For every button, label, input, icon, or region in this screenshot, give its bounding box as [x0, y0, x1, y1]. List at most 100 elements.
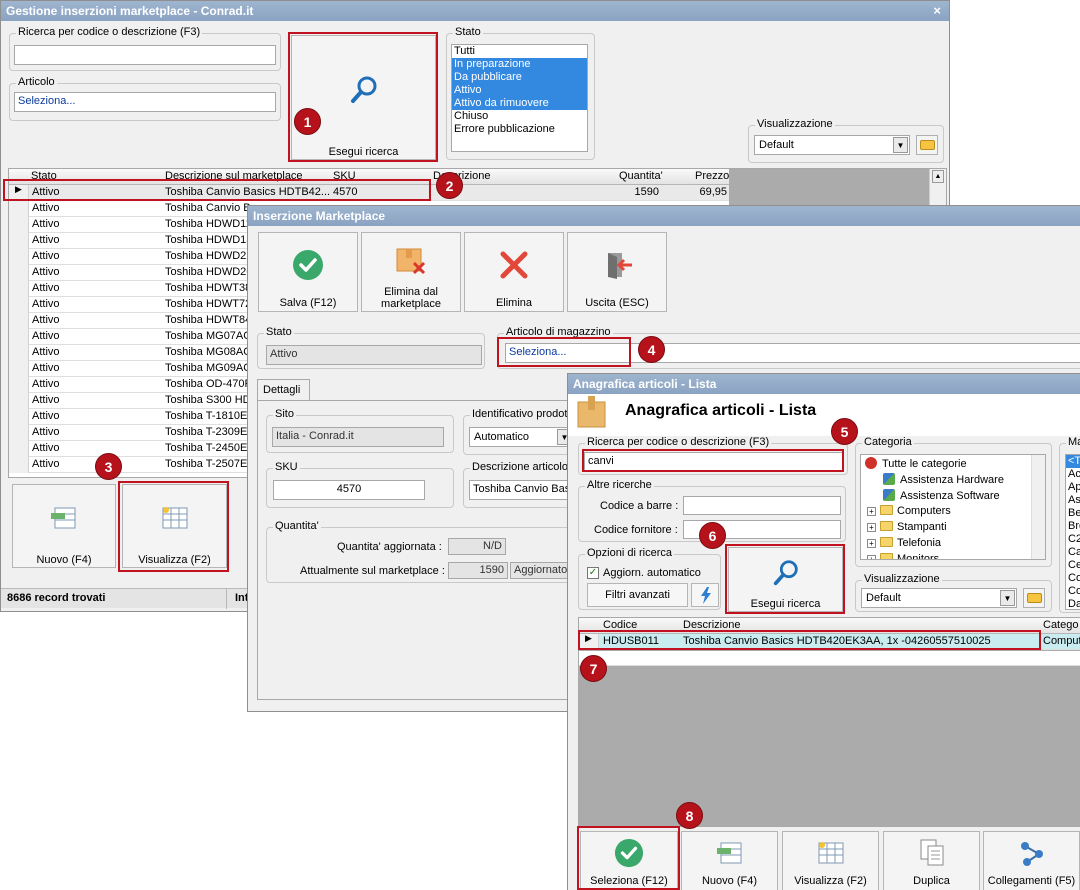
marca-option[interactable]: Da [1066, 598, 1080, 609]
cell-qty: 1590 [634, 186, 659, 198]
attualmente-field: 1590 [448, 562, 508, 579]
search-input[interactable] [14, 45, 276, 65]
marca-option[interactable]: Ac [1066, 468, 1080, 481]
tree-item-label: Stampanti [897, 521, 947, 533]
chevron-down-icon: ▼ [893, 137, 908, 153]
expand-icon[interactable]: + [867, 523, 876, 532]
cell-desc: Toshiba Canvio Basics HDTB42... [165, 186, 330, 198]
tree-item[interactable]: Assistenza Software [883, 489, 1000, 505]
nuovo-button[interactable]: Nuovo (F4) [12, 484, 116, 568]
marca-option[interactable]: Co [1066, 572, 1080, 585]
ana-folder-button[interactable] [1023, 588, 1045, 608]
tab-dettagli[interactable]: Dettagli [257, 379, 310, 401]
cell-stato: Attivo [32, 282, 60, 294]
visualizza-button[interactable]: Visualizza (F2) [122, 484, 227, 568]
tree-item-label: Tutte le categorie [882, 458, 967, 470]
scroll-up-icon[interactable]: ▲ [932, 170, 944, 183]
filtri-avanzati-button[interactable]: Filtri avanzati [587, 583, 688, 607]
tree-item-label: Assistenza Software [900, 490, 1000, 502]
ana-nuovo-button[interactable]: Nuovo (F4) [681, 831, 778, 890]
stato-option[interactable]: In preparazione [452, 58, 587, 71]
ana-visualizza-button[interactable]: Visualizza (F2) [782, 831, 879, 890]
marca-option[interactable]: C2 [1066, 533, 1080, 546]
altre-ricerche-label: Altre ricerche [585, 479, 654, 491]
stato-option[interactable]: Attivo [452, 84, 587, 97]
chevron-down-icon: ▼ [1000, 590, 1015, 606]
visualizzazione-group: Visualizzazione Default ▼ [748, 118, 944, 163]
stato-option[interactable]: Tutti [452, 45, 587, 58]
visualizza-label: Visualizza (F2) [138, 554, 211, 566]
aggiorn-checkbox[interactable]: ✓ [587, 567, 599, 579]
articolo-field[interactable]: Seleziona... [14, 92, 276, 112]
table-row-selected[interactable]: ▶ Attivo Toshiba Canvio Basics HDTB42...… [9, 185, 729, 201]
cell-stato: Attivo [32, 362, 60, 374]
esegui-ricerca-button[interactable]: Esegui ricerca [291, 35, 436, 160]
expand-icon[interactable]: + [867, 539, 876, 548]
articolo-magazzino-field[interactable]: Seleziona... [505, 343, 1080, 363]
collegamenti-button[interactable]: Collegamenti (F5) [983, 831, 1080, 890]
seleziona-button[interactable]: Seleziona (F12) [580, 831, 678, 890]
tree-item[interactable]: + Telefonia [867, 537, 941, 553]
tree-item-label: Telefonia [897, 537, 942, 549]
tree-item[interactable]: Assistenza Hardware [883, 473, 1004, 489]
codice-barre-input[interactable] [683, 496, 841, 515]
search-icon [773, 560, 798, 586]
tree-item[interactable]: + Computers [867, 505, 951, 521]
close-icon[interactable]: × [933, 3, 941, 18]
ana-visual-select[interactable]: Default ▼ [861, 588, 1017, 608]
uscita-button[interactable]: Uscita (ESC) [567, 232, 667, 312]
main-titlebar: Gestione inserzioni marketplace - Conrad… [1, 1, 949, 21]
expand-icon[interactable]: + [867, 507, 876, 516]
col-stato: Stato [31, 170, 57, 182]
marca-option[interactable]: Ce [1066, 559, 1080, 572]
row-indicator [9, 233, 29, 249]
expand-icon[interactable]: + [867, 555, 876, 559]
stato-listbox[interactable]: Tutti In preparazione Da pubblicare Attivo A… [451, 44, 588, 152]
identificativo-select[interactable]: Automatico ▼ [469, 427, 574, 447]
folder-open-button[interactable] [916, 135, 938, 155]
marca-option[interactable]: Bro [1066, 520, 1080, 533]
tree-item[interactable]: + Stampanti [867, 521, 947, 537]
tree-item[interactable]: + Monitors [867, 553, 939, 559]
duplica-button[interactable]: Duplica [883, 831, 980, 890]
lightning-button[interactable] [691, 583, 719, 607]
marca-option[interactable]: <T [1066, 455, 1080, 468]
visualizzazione-select[interactable]: Default ▼ [754, 135, 910, 155]
sku-field[interactable]: 4570 [273, 480, 425, 500]
categoria-scrollbar[interactable] [1031, 455, 1045, 559]
stato-option[interactable]: Chiuso [452, 110, 587, 123]
row-indicator [9, 281, 29, 297]
marca-option[interactable]: Co [1066, 585, 1080, 598]
stato-option[interactable]: Da pubblicare [452, 71, 587, 84]
ana-search-input[interactable]: canvi [584, 452, 844, 471]
cell-stato: Attivo [32, 186, 60, 198]
elimina-button[interactable]: Elimina [464, 232, 564, 312]
elimina-dal-marketplace-button[interactable]: Elimina dal marketplace [361, 232, 461, 312]
articoli-row-selected[interactable]: ▶ HDUSB011 Toshiba Canvio Basics HDTB420… [579, 634, 1080, 650]
marca-option[interactable]: Ap [1066, 481, 1080, 494]
marca-listbox[interactable]: <TAcApAsBeBroC2CaCeCoCoDa [1065, 454, 1080, 610]
folder-icon [880, 505, 893, 515]
categoria-tree[interactable]: Tutte le categorie Assistenza Hardware Ass… [860, 454, 1046, 560]
cell-stato: Attivo [32, 298, 60, 310]
folder-icon [1027, 593, 1042, 603]
step-badge-3: 3 [95, 453, 122, 480]
stato-option[interactable]: Errore pubblicazione [452, 123, 587, 136]
tree-root[interactable]: Tutte le categorie [865, 457, 967, 473]
row-indicator [9, 297, 29, 313]
step-badge-2: 2 [436, 172, 463, 199]
cell-stato: Attivo [32, 378, 60, 390]
status-divider [226, 589, 227, 609]
stato-option[interactable]: Attivo da rimuovere [452, 97, 587, 110]
main-title: Gestione inserzioni marketplace - Conrad… [6, 4, 254, 18]
marca-option[interactable]: Be [1066, 507, 1080, 520]
sito-label: Sito [273, 408, 296, 420]
ana-visual-value: Default [866, 592, 901, 604]
row-indicator [9, 457, 29, 473]
step-badge-5: 5 [831, 418, 858, 445]
search-icon [350, 76, 376, 103]
salva-button[interactable]: Salva (F12) [258, 232, 358, 312]
marca-option[interactable]: As [1066, 494, 1080, 507]
marca-option[interactable]: Ca [1066, 546, 1080, 559]
ana-esegui-ricerca-button[interactable]: Esegui ricerca [728, 547, 843, 612]
